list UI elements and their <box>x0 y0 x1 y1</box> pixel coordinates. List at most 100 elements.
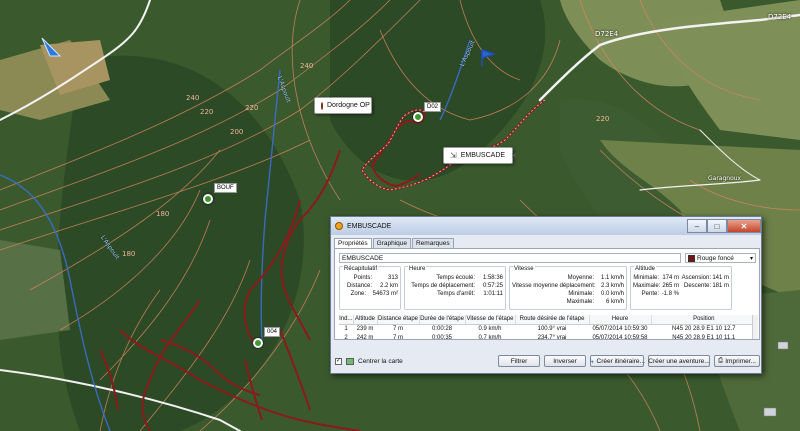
create-route-button[interactable]: ↳ Créer itinéraire... <box>589 355 645 367</box>
altitude-group: Altitude Minimale: 174 m Ascension: 141 m M… <box>630 266 732 310</box>
minimize-button[interactable]: – <box>687 219 707 233</box>
track-icon: ⇲ <box>450 151 457 160</box>
speed-value: 0.0 km/h <box>600 291 624 297</box>
poi-icon <box>321 101 323 110</box>
print-button[interactable]: ⎙ Imprimer... <box>714 355 760 367</box>
time-value: 1:01:11 <box>483 291 503 297</box>
table-cell: 0:00:35 <box>431 334 453 341</box>
waypoint-pin-icon[interactable] <box>203 194 213 204</box>
column-header[interactable]: Position <box>651 315 757 325</box>
table-cell: 1 <box>344 325 348 332</box>
table-row[interactable]: 2 242 m 7 m 0:00:35 0.7 km/h 234.7° vrai… <box>339 333 757 342</box>
altitude-key: Ascension: <box>681 275 711 281</box>
reverse-button[interactable]: Inverser <box>544 355 586 367</box>
center-map-label: Centrer la carte <box>358 357 403 365</box>
altitude-value: 174 m <box>662 275 679 281</box>
time-value: 1:58:36 <box>482 275 503 281</box>
contour-label: 180 <box>156 210 170 218</box>
close-icon[interactable]: ✕ <box>511 152 517 160</box>
column-header[interactable]: Altitude <box>353 315 378 325</box>
speed-key: Moyenne: <box>567 275 594 281</box>
properties-panel: EMBUSCADE Rouge foncé ▾ Récapitulatif Po… <box>334 248 760 342</box>
dialog-actions: ✓ Centrer la carte Filtrer Inverser ↳ Cr… <box>331 351 761 371</box>
poi-callout-label: Dordogne OP <box>327 102 370 109</box>
contour-label: 220 <box>200 108 214 116</box>
table-cell: 0:00:28 <box>431 325 453 332</box>
altitude-key: Maximale: <box>633 283 661 289</box>
waypoint-pin-icon[interactable] <box>413 112 423 122</box>
summary-group-title: Récapitulatif <box>343 266 379 272</box>
altitude-key: Pente: <box>641 291 659 297</box>
time-group-title: Heure <box>408 266 427 272</box>
column-header[interactable]: Vitesse de l'étape <box>465 315 516 325</box>
road-label-d72e4: D72E4 <box>768 13 792 21</box>
waypoint-pin-icon[interactable] <box>253 338 263 348</box>
printer-icon: ⎙ <box>718 357 724 364</box>
altitude-value: 181 m <box>712 283 729 289</box>
table-cell: 0.9 km/h <box>478 325 502 332</box>
table-cell: 2 <box>344 334 348 341</box>
waypoint-label: D02 <box>424 102 442 112</box>
table-cell: 7 m <box>392 334 403 341</box>
waypoint-label: BOUF <box>214 183 237 193</box>
table-scrollbar[interactable] <box>752 315 758 339</box>
speed-key: Vitesse moyenne déplacement: <box>512 283 596 289</box>
table-cell: N45 20 28.9 E1 10 12.7 <box>672 325 736 332</box>
column-header[interactable]: Distance étape <box>377 315 420 325</box>
altitude-group-title: Altitude <box>634 266 657 272</box>
table-row[interactable]: 1 239 m 7 m 0:00:28 0.9 km/h 100.9° vrai… <box>339 324 757 333</box>
speed-group-title: Vitesse <box>513 266 535 272</box>
road-label-d72e4: D72E4 <box>595 30 619 38</box>
column-header[interactable]: Route désirée de l'étape <box>515 315 590 325</box>
column-header[interactable]: Heure <box>589 315 652 325</box>
table-cell: 05/07/2014 10:59:58 <box>592 334 648 341</box>
summary-key: Points: <box>353 275 372 281</box>
contour-label: 180 <box>122 250 136 258</box>
filter-button[interactable]: Filtrer <box>498 355 540 367</box>
speed-value: 1.1 km/h <box>600 275 624 281</box>
dialog-title: EMBUSCADE <box>347 222 392 230</box>
table-cell: 7 m <box>392 325 403 332</box>
track-callout-label: EMBUSCADE <box>460 152 506 159</box>
close-button[interactable]: ✕ <box>727 219 761 233</box>
print-label: Imprimer... <box>725 357 756 365</box>
column-header[interactable]: Ind... <box>339 315 354 325</box>
summary-key: Distance: <box>346 283 372 289</box>
color-swatch <box>688 254 695 262</box>
contour-label: 220 <box>596 115 610 123</box>
color-select-label: Rouge foncé <box>697 254 734 262</box>
time-value: 0:57:25 <box>482 283 503 289</box>
speed-value: 2.3 km/h <box>600 283 624 289</box>
dialog-tabs: Propriétés Graphique Remarques <box>331 235 761 249</box>
waypoint-label: 004 <box>264 327 281 337</box>
speed-key: Maximale: <box>566 299 594 305</box>
table-cell: 05/07/2014 10:59:30 <box>592 325 648 332</box>
table-cell: N45 20 28.9 E1 10 11.1 <box>672 334 736 341</box>
create-adventure-button[interactable]: Créer une aventure... <box>648 355 710 367</box>
time-key: Temps écoulé: <box>436 275 475 281</box>
poi-callout[interactable]: Dordogne OP <box>314 97 372 114</box>
speed-value: 6 km/h <box>605 299 624 305</box>
altitude-value: 141 m <box>712 275 729 281</box>
track-icon <box>335 222 343 230</box>
route-icon: ↳ <box>589 358 595 365</box>
table-cell: 100.9° vrai <box>537 325 567 332</box>
altitude-key: Descente: <box>683 283 711 289</box>
summary-value: 54673 m² <box>372 291 398 297</box>
create-route-label: Créer itinéraire... <box>596 357 645 365</box>
contour-label: 240 <box>300 62 314 70</box>
maximize-button[interactable]: □ <box>707 219 727 233</box>
altitude-value: 265 m <box>662 283 679 289</box>
speed-group: Vitesse Moyenne: 1.1 km/h Vitesse moyenne… <box>509 266 627 310</box>
center-map-checkbox[interactable]: ✓ <box>335 357 342 365</box>
steps-table[interactable]: Ind... Altitude Distance étape Durée de … <box>339 315 757 342</box>
table-cell: 239 m <box>356 325 374 332</box>
summary-value: 2.2 km <box>379 283 398 289</box>
track-name-field[interactable]: EMBUSCADE <box>339 253 681 263</box>
color-select[interactable]: Rouge foncé ▾ <box>685 253 756 263</box>
table-cell: 0.7 km/h <box>478 334 502 341</box>
summary-key: Zone: <box>350 291 366 297</box>
column-header[interactable]: Durée de l'étape <box>419 315 466 325</box>
dialog-titlebar[interactable]: EMBUSCADE – □ ✕ <box>331 217 761 235</box>
track-callout[interactable]: ⇲ EMBUSCADE ✕ <box>443 147 517 164</box>
